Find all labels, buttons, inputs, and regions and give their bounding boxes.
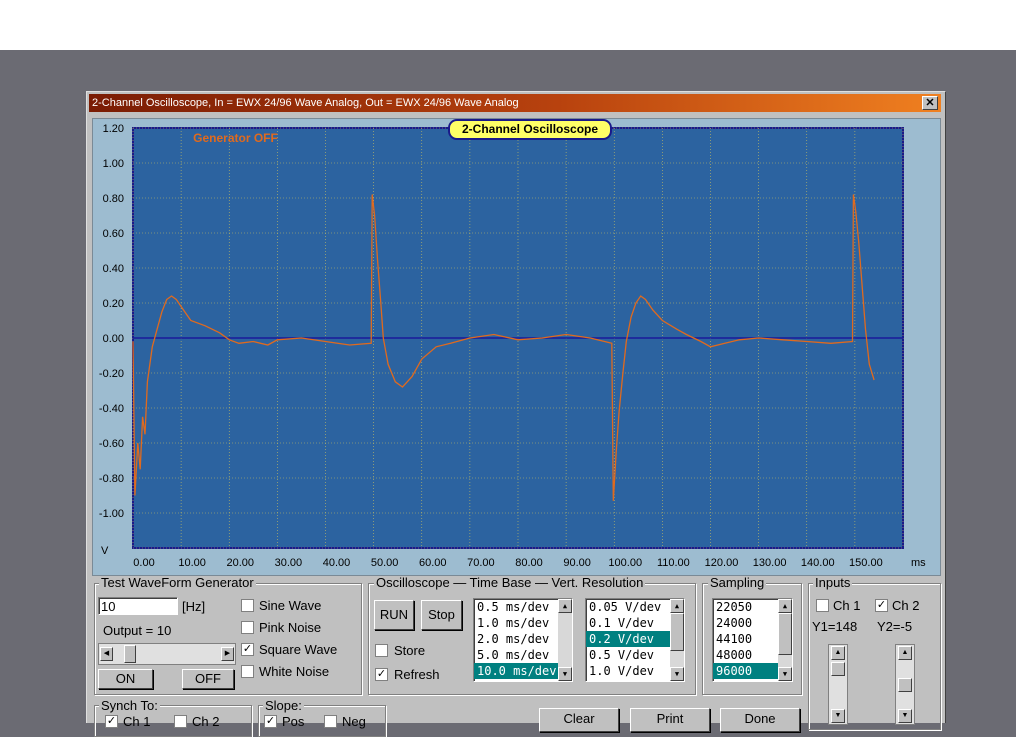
time-base-list[interactable]: 0.5 ms/dev 1.0 ms/dev 2.0 ms/dev 5.0 ms/dev… bbox=[473, 598, 573, 682]
scroll-up-arrow-icon[interactable]: ▲ bbox=[558, 599, 572, 613]
input-ch1-checkbox[interactable] bbox=[816, 599, 829, 612]
slider-left-arrow-icon[interactable]: ◀ bbox=[100, 647, 113, 661]
generator-on-button[interactable]: ON bbox=[98, 669, 153, 689]
done-button[interactable]: Done bbox=[720, 708, 800, 732]
white-noise-label: White Noise bbox=[259, 664, 330, 679]
output-slider[interactable]: ◀ ▶ bbox=[98, 643, 236, 665]
scroll-thumb[interactable] bbox=[898, 678, 912, 692]
window-title: 2-Channel Oscilloscope, In = EWX 24/96 W… bbox=[92, 97, 519, 109]
y1-readout: Y1=148 bbox=[812, 619, 858, 634]
close-icon[interactable]: ✕ bbox=[922, 96, 938, 110]
input-ch2-checkbox[interactable]: ✓ bbox=[875, 599, 888, 612]
scroll-thumb[interactable] bbox=[831, 662, 845, 676]
store-label: Store bbox=[394, 643, 426, 658]
x-tick-label: 150.00 bbox=[849, 557, 883, 569]
y1-scrollbar[interactable]: ▲ ▼ bbox=[828, 644, 848, 725]
sine-wave-checkbox[interactable] bbox=[241, 599, 254, 612]
oscilloscope-group-label: Oscilloscope — Time Base — Vert. Resolut… bbox=[374, 575, 646, 590]
input-ch2-label: Ch 2 bbox=[892, 598, 920, 613]
x-tick-label: 110.00 bbox=[657, 557, 690, 569]
y-tick-label: 1.00 bbox=[103, 158, 124, 170]
y2-readout: Y2=-5 bbox=[877, 619, 913, 634]
generator-off-button[interactable]: OFF bbox=[182, 669, 234, 689]
sampling-group-label: Sampling bbox=[708, 575, 767, 590]
y-tick-label: -0.20 bbox=[99, 368, 124, 380]
generator-group-label: Test WaveForm Generator bbox=[99, 575, 256, 590]
scroll-up-arrow-icon[interactable]: ▲ bbox=[831, 646, 845, 660]
y-tick-label: 0.60 bbox=[103, 228, 124, 240]
scroll-up-arrow-icon[interactable]: ▲ bbox=[778, 599, 792, 613]
vert-resolution-list[interactable]: 0.05 V/dev 0.1 V/dev 0.2 V/dev 0.5 V/dev 1.0… bbox=[585, 598, 685, 682]
x-tick-label: 140.00 bbox=[801, 557, 835, 569]
scroll-down-arrow-icon[interactable]: ▼ bbox=[670, 667, 684, 681]
x-tick-label: 90.00 bbox=[563, 557, 591, 569]
x-tick-label: 120.00 bbox=[705, 557, 739, 569]
scope-panel: 1.20 1.00 0.80 0.60 0.40 0.20 0.00 -0.20 -0.40 -0… bbox=[92, 118, 941, 576]
sampling-rate-list[interactable]: 22050 24000 44100 48000 96000 ▲ ▼ bbox=[712, 598, 793, 682]
x-tick-label: 80.00 bbox=[515, 557, 543, 569]
inputs-group-label: Inputs bbox=[813, 575, 853, 590]
x-tick-label: 20.00 bbox=[226, 557, 254, 569]
y-tick-label: -0.40 bbox=[99, 403, 124, 415]
output-label: Output = 10 bbox=[103, 623, 172, 638]
y2-scrollbar[interactable]: ▲ ▼ bbox=[895, 644, 915, 725]
y-tick-label: 0.00 bbox=[103, 333, 124, 345]
square-wave-label: Square Wave bbox=[259, 642, 338, 657]
slider-right-arrow-icon[interactable]: ▶ bbox=[221, 647, 234, 661]
sampling-scrollbar[interactable]: ▲ ▼ bbox=[778, 599, 792, 681]
print-button[interactable]: Print bbox=[630, 708, 710, 732]
stop-button[interactable]: Stop bbox=[421, 600, 462, 630]
scroll-down-arrow-icon[interactable]: ▼ bbox=[831, 709, 845, 723]
synch-group-label: Synch To: bbox=[99, 698, 160, 713]
x-tick-label: 130.00 bbox=[753, 557, 787, 569]
refresh-checkbox[interactable]: ✓ bbox=[375, 668, 388, 681]
store-checkbox[interactable] bbox=[375, 644, 388, 657]
y-tick-label: -1.00 bbox=[99, 508, 124, 520]
run-button[interactable]: RUN bbox=[374, 600, 414, 630]
clear-button[interactable]: Clear bbox=[539, 708, 619, 732]
y-tick-label: -0.80 bbox=[99, 473, 124, 485]
y-tick-label: 0.80 bbox=[103, 193, 124, 205]
x-tick-label: 50.00 bbox=[371, 557, 399, 569]
x-tick-label: 100.00 bbox=[608, 557, 642, 569]
title-bar[interactable]: 2-Channel Oscilloscope, In = EWX 24/96 W… bbox=[89, 94, 941, 112]
frequency-input[interactable]: 10 bbox=[98, 597, 178, 615]
white-noise-checkbox[interactable] bbox=[241, 665, 254, 678]
slope-group-label: Slope: bbox=[263, 698, 304, 713]
scroll-thumb[interactable] bbox=[670, 613, 684, 651]
pink-noise-checkbox[interactable] bbox=[241, 621, 254, 634]
scroll-down-arrow-icon[interactable]: ▼ bbox=[558, 667, 572, 681]
y-tick-label: 0.20 bbox=[103, 298, 124, 310]
refresh-label: Refresh bbox=[394, 667, 440, 682]
x-tick-label: 30.00 bbox=[275, 557, 303, 569]
y-tick-label: 1.20 bbox=[103, 123, 124, 135]
x-tick-label: 70.00 bbox=[467, 557, 495, 569]
scroll-down-arrow-icon[interactable]: ▼ bbox=[778, 667, 792, 681]
slider-thumb[interactable] bbox=[124, 645, 136, 663]
vert-resolution-scrollbar[interactable]: ▲ ▼ bbox=[670, 599, 684, 681]
y-unit-label: V bbox=[101, 545, 109, 557]
scroll-thumb[interactable] bbox=[778, 613, 792, 655]
x-tick-label: 0.00 bbox=[133, 557, 154, 569]
time-base-scrollbar[interactable]: ▲ ▼ bbox=[558, 599, 572, 681]
scope-plot: 1.20 1.00 0.80 0.60 0.40 0.20 0.00 -0.20 -0.40 -0… bbox=[99, 123, 926, 569]
y-tick-label: 0.40 bbox=[103, 263, 124, 275]
desktop-top-band bbox=[0, 0, 1016, 50]
scope-badge: 2-Channel Oscilloscope bbox=[448, 119, 613, 140]
pink-noise-label: Pink Noise bbox=[259, 620, 322, 635]
input-ch1-label: Ch 1 bbox=[833, 598, 861, 613]
oscilloscope-window: 2-Channel Oscilloscope, In = EWX 24/96 W… bbox=[86, 91, 946, 737]
x-tick-label: 40.00 bbox=[323, 557, 351, 569]
scroll-up-arrow-icon[interactable]: ▲ bbox=[898, 646, 912, 660]
x-tick-label: 60.00 bbox=[419, 557, 447, 569]
sine-wave-label: Sine Wave bbox=[259, 598, 322, 613]
y-tick-label: -0.60 bbox=[99, 438, 124, 450]
scroll-up-arrow-icon[interactable]: ▲ bbox=[670, 599, 684, 613]
scroll-down-arrow-icon[interactable]: ▼ bbox=[898, 709, 912, 723]
generator-status-text: Generator OFF bbox=[193, 131, 278, 145]
frequency-unit: [Hz] bbox=[182, 599, 206, 614]
x-tick-label: 10.00 bbox=[178, 557, 206, 569]
x-unit-label: ms bbox=[911, 557, 926, 569]
square-wave-checkbox[interactable]: ✓ bbox=[241, 643, 254, 656]
